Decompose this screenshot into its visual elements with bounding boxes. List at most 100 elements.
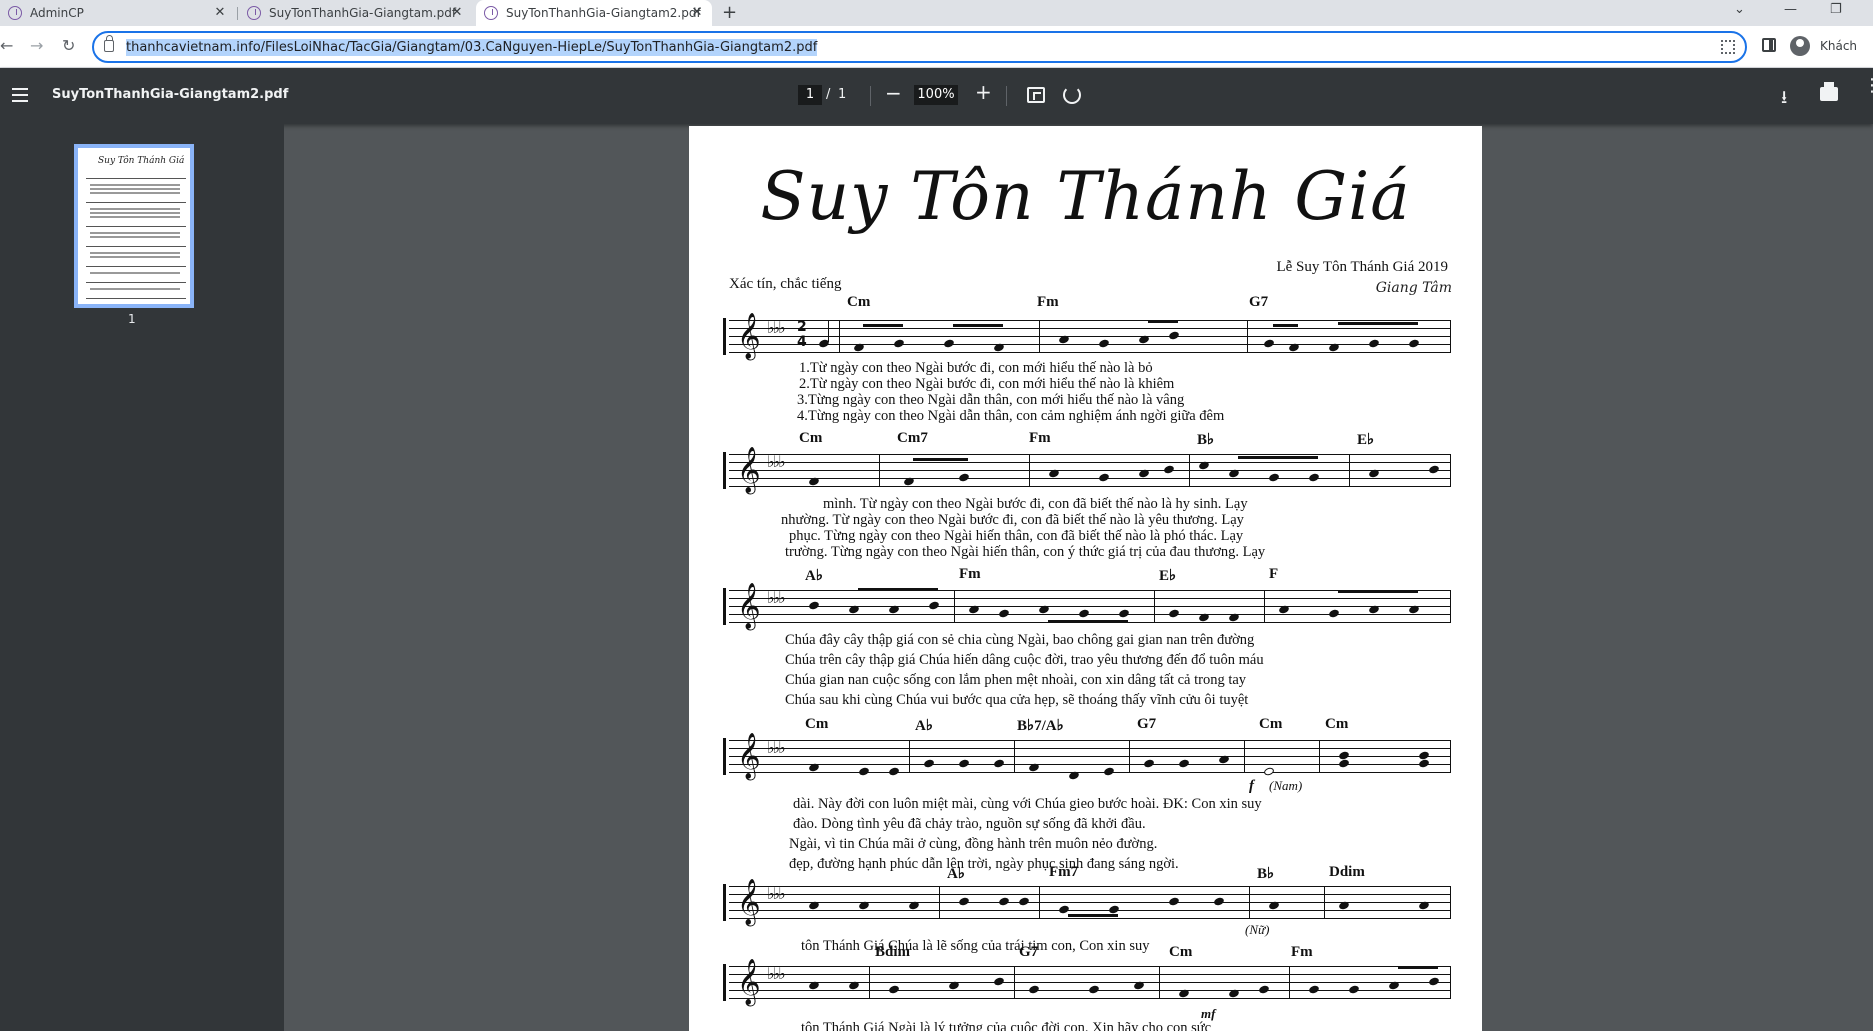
menu-icon[interactable]	[12, 88, 28, 102]
voice-part-label: (Nữ)	[1245, 922, 1270, 937]
tab-title: AdminCP	[30, 6, 84, 20]
staff: 𝄞 ♭♭♭	[723, 959, 1451, 1005]
address-bar[interactable]: thanhcavietnam.info/FilesLoiNhac/TacGia/…	[92, 31, 1747, 63]
qr-code-icon[interactable]	[1721, 40, 1735, 54]
back-icon[interactable]: ←	[0, 36, 13, 55]
tab-admincp[interactable]: AdminCP ✕	[0, 0, 235, 26]
restore-button[interactable]: ❐	[1830, 2, 1842, 17]
lyric-line: 4.Từng ngày con theo Ngài dẫn thân, con …	[797, 408, 1225, 424]
toolbar-divider	[1006, 86, 1007, 106]
chord-symbol: Fm	[1037, 294, 1059, 310]
lyric-line: Chúa trên cây thập giá Chúa hiến dâng cu…	[785, 652, 1264, 668]
page-separator: /	[826, 87, 831, 102]
lyric-line: phục. Từng ngày con theo Ngài hiến thân,…	[789, 528, 1244, 544]
lyric-line: mình. Từ ngày con theo Ngài bước đi, con…	[823, 496, 1248, 512]
profile-avatar-icon[interactable]	[1790, 36, 1810, 56]
lyric-line: Chúa gian nan cuộc sống con lắm phen mệt…	[785, 672, 1247, 688]
treble-clef-icon: 𝄞	[737, 959, 761, 1005]
tab-suytonthanhgia-2[interactable]: SuyTonThanhGia-Giangtam2.pdf ✕	[476, 0, 712, 26]
minimize-button[interactable]: —	[1784, 2, 1797, 17]
chord-symbol: Ddim	[1329, 864, 1365, 880]
key-signature: ♭♭♭	[767, 738, 786, 757]
chord-symbol: E♭	[1159, 568, 1177, 584]
side-panel-icon[interactable]	[1762, 38, 1776, 52]
chord-symbol: Cm7	[897, 430, 928, 446]
print-icon[interactable]	[1820, 82, 1838, 101]
pdf-page: Suy Tôn Thánh Giá Lễ Suy Tôn Thánh Giá 2…	[689, 126, 1482, 1031]
staff: 𝄞 ♭♭♭ 24	[723, 313, 1451, 359]
chord-symbol: Fm	[1029, 430, 1051, 446]
tab-divider	[237, 7, 238, 20]
chord-symbol: Cm	[805, 716, 829, 732]
chord-symbol: G7	[1019, 944, 1039, 960]
zoom-in-button[interactable]: +	[975, 80, 992, 104]
song-title: Suy Tôn Thánh Giá	[760, 158, 1411, 235]
thumb-text	[90, 208, 180, 210]
key-signature: ♭♭♭	[767, 588, 786, 607]
lyric-line: 1.Từ ngày con theo Ngài bước đi, con mới…	[799, 360, 1153, 376]
rotate-icon[interactable]	[1063, 86, 1081, 104]
chord-symbol: Fm7	[1049, 864, 1079, 880]
time-signature: 24	[797, 319, 807, 350]
staff: 𝄞 ♭♭♭	[723, 879, 1451, 925]
thumb-staff	[86, 298, 186, 299]
lyric-line: Ngài, vì tin Chúa mãi ở cùng, đồng hành …	[789, 836, 1158, 852]
chord-symbol: A♭	[805, 568, 823, 584]
lyric-line: trường. Từng ngày con theo Ngài hiến thâ…	[785, 544, 1266, 560]
treble-clef-icon: 𝄞	[737, 447, 761, 493]
close-tab-icon[interactable]: ✕	[690, 6, 704, 20]
site-favicon-icon	[247, 6, 261, 20]
song-subtitle: Lễ Suy Tôn Thánh Giá 2019	[1276, 259, 1448, 275]
tab-strip: AdminCP ✕ SuyTonThanhGia-Giangtam.pdf ✕ …	[0, 0, 1873, 26]
thumb-text	[90, 212, 180, 214]
lyric-line: dài. Này đời con luôn miệt mài, cùng với…	[793, 796, 1262, 812]
lyric-line: Chúa sau khi cùng Chúa vui bước qua cửa …	[785, 692, 1249, 708]
chord-symbol: Fm	[959, 566, 981, 582]
treble-clef-icon: 𝄞	[737, 733, 761, 779]
staff: 𝄞 ♭♭♭	[723, 447, 1451, 493]
tempo-marking: Xác tín, chắc tiếng	[729, 276, 842, 292]
url-text[interactable]: thanhcavietnam.info/FilesLoiNhac/TacGia/…	[126, 39, 818, 56]
chord-symbol: B♭7/A♭	[1017, 718, 1064, 734]
forward-icon[interactable]: →	[30, 36, 43, 55]
thumb-text	[90, 252, 180, 254]
chord-symbol: B♭	[1197, 432, 1215, 448]
lyric-line: đào. Dòng tình yêu đã chảy trào, nguồn s…	[793, 816, 1146, 832]
pdf-toolbar: SuyTonThanhGia-Giangtam2.pdf 1 / 1 − 100…	[0, 68, 1873, 124]
site-favicon-icon	[484, 6, 498, 20]
chord-symbol: B♭	[1257, 866, 1275, 882]
download-icon[interactable]: ⭳	[1781, 85, 1787, 115]
thumbnail-page-number: 1	[128, 312, 136, 326]
thumb-text	[90, 232, 180, 234]
treble-clef-icon: 𝄞	[737, 313, 761, 359]
profile-label[interactable]: Khách	[1820, 39, 1857, 53]
page-number-input[interactable]: 1	[798, 85, 822, 105]
zoom-level-input[interactable]: 100%	[914, 85, 958, 105]
page-thumbnail[interactable]: Suy Tôn Thánh Giá	[74, 144, 194, 308]
close-tab-icon[interactable]: ✕	[213, 6, 227, 20]
chord-symbol: E♭	[1357, 432, 1375, 448]
reload-icon[interactable]: ↻	[62, 36, 75, 55]
chord-symbol: G7	[1249, 294, 1269, 310]
lock-icon[interactable]	[104, 35, 114, 52]
thumbnail-sidebar: Suy Tôn Thánh Giá 1	[0, 124, 284, 1031]
chord-symbol: A♭	[947, 866, 965, 882]
treble-clef-icon: 𝄞	[737, 879, 761, 925]
fit-to-page-icon[interactable]	[1027, 87, 1045, 103]
thumb-text	[90, 236, 180, 238]
thumb-staff	[86, 226, 186, 227]
lyric-line: tôn Thánh Giá Ngài là lý tưởng của cuộc …	[801, 1020, 1212, 1031]
close-tab-icon[interactable]: ✕	[450, 6, 464, 20]
zoom-out-button[interactable]: −	[885, 81, 902, 105]
document-title: SuyTonThanhGia-Giangtam2.pdf	[52, 87, 289, 102]
key-signature: ♭♭♭	[767, 452, 786, 471]
site-favicon-icon	[8, 6, 22, 20]
more-options-icon[interactable]: ⋮	[1863, 77, 1873, 95]
thumb-staff	[86, 282, 186, 283]
chord-symbol: Cm	[1325, 716, 1349, 732]
tab-suytonthanhgia-1[interactable]: SuyTonThanhGia-Giangtam.pdf ✕	[239, 0, 472, 26]
tab-title: SuyTonThanhGia-Giangtam2.pdf	[506, 6, 701, 20]
new-tab-button[interactable]: +	[722, 2, 737, 23]
thumb-text	[90, 256, 180, 258]
tab-search-icon[interactable]: ⌄	[1734, 2, 1745, 17]
